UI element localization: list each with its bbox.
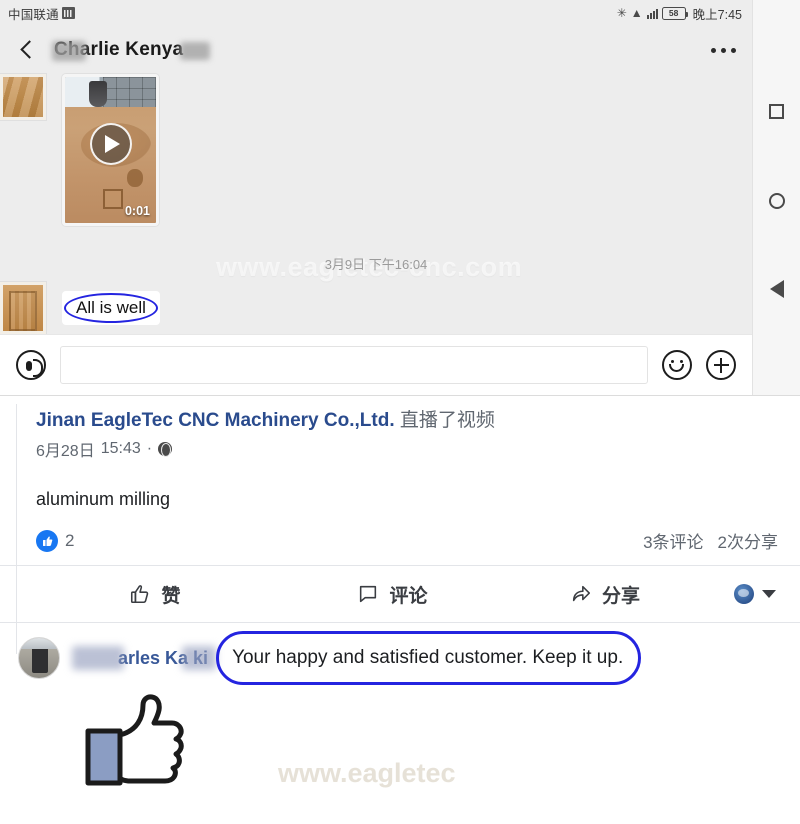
emoji-smiley-icon[interactable] [662, 350, 692, 380]
post-date: 6月28日 [36, 443, 95, 461]
comment-button-label: 评论 [389, 585, 428, 607]
signal-strength-icon [61, 7, 75, 19]
commenter-avatar-icon[interactable] [18, 637, 60, 680]
add-attachment-icon[interactable] [706, 350, 736, 380]
recents-square-icon[interactable] [766, 100, 788, 122]
comment-row: arles Ka ki Your happy and satisfied cus… [0, 623, 800, 686]
back-chevron-icon[interactable] [16, 39, 38, 61]
redaction-overlay [72, 645, 124, 670]
meta-separator: · [146, 440, 153, 458]
share-button[interactable]: 分享 [505, 581, 705, 608]
cnc-spindle-shape [89, 81, 107, 107]
back-triangle-icon[interactable] [766, 278, 788, 300]
reaction-count: 2 [65, 530, 75, 550]
thumbs-up-filled-icon [36, 529, 58, 552]
post-action-label: 直播了视频 [399, 410, 495, 431]
post-reaction-counts: 2 3条评论 2次分享 [0, 510, 800, 565]
wood-knot-shape [127, 169, 143, 187]
message-row-text: All is well [0, 282, 160, 334]
battery-indicator: 58 [661, 6, 688, 20]
comment-text: Your happy and satisfied customer. Keep … [232, 647, 624, 669]
carved-square-shape [103, 189, 123, 209]
comment-text-wrap: Your happy and satisfied customer. Keep … [216, 631, 642, 686]
post-meta: 6月28日 15:43 · [36, 437, 778, 461]
facebook-post-screenshot: Jinan EagleTec CNC Machinery Co.,Ltd. 直播… [0, 395, 800, 824]
redaction-overlay [180, 42, 210, 60]
counts-right: 3条评论 2次分享 [643, 528, 778, 553]
message-input[interactable] [60, 346, 648, 384]
post-left-rule [16, 404, 17, 654]
post-time: 15:43 [100, 440, 141, 458]
screenshot-root: 中国联通 ✳ ▲ 58 晚上7:45 Charlie Kenya www.eag… [0, 0, 800, 824]
thumbs-up-sticker-icon [84, 694, 192, 795]
post-author-name[interactable]: Jinan EagleTec CNC Machinery Co.,Ltd. [36, 410, 395, 431]
comment-button[interactable]: 评论 [280, 581, 505, 608]
clock-label: 晚上7:45 [692, 7, 742, 22]
share-count[interactable]: 2次分享 [718, 528, 778, 553]
video-message-thumbnail[interactable]: 0:01 [62, 74, 159, 226]
message-timestamp: 3月9日 下午16:04 [324, 257, 428, 272]
profile-avatar-icon [734, 584, 754, 605]
like-button[interactable]: 赞 [30, 581, 280, 608]
share-arrow-icon [570, 583, 592, 605]
redaction-overlay [52, 41, 86, 61]
status-bar-right: ✳ ▲ 58 晚上7:45 [617, 4, 742, 23]
post-action-bar: 赞 评论 分享 [0, 566, 800, 622]
post-body-text: aluminum milling [36, 489, 171, 510]
overflow-menu-icon[interactable] [711, 47, 736, 53]
post-header: Jinan EagleTec CNC Machinery Co.,Ltd. 直播… [0, 396, 800, 510]
status-bar: 中国联通 ✳ ▲ 58 晚上7:45 [0, 0, 752, 26]
share-button-label: 分享 [601, 585, 640, 607]
globe-public-icon [158, 442, 173, 458]
status-bar-left: 中国联通 [8, 4, 75, 23]
thumbs-up-outline-icon [129, 583, 151, 605]
comment-bubble-icon [357, 583, 379, 605]
caret-down-icon [762, 590, 776, 599]
home-circle-icon[interactable] [766, 190, 788, 212]
messenger-chat-screenshot: 中国联通 ✳ ▲ 58 晚上7:45 Charlie Kenya www.eag… [0, 0, 800, 395]
bluetooth-icon: ✳ [616, 6, 627, 20]
video-duration-label: 0:01 [124, 204, 150, 218]
message-text: All is well [76, 298, 146, 317]
comment-sticker-wrap [0, 681, 800, 796]
voice-record-icon[interactable] [16, 350, 46, 380]
video-frame-grid [103, 77, 156, 107]
redaction-overlay [182, 645, 216, 670]
android-nav-rail [752, 0, 800, 395]
comment-count[interactable]: 3条评论 [643, 528, 703, 553]
chat-header: Charlie Kenya [0, 26, 752, 74]
chat-message-list[interactable]: www.eagletec-cnc.com 0:01 3月9日 下午16:04 A… [0, 74, 752, 334]
like-button-label: 赞 [161, 585, 181, 607]
wifi-icon: ▲ [630, 6, 643, 20]
carrier-label: 中国联通 [8, 7, 59, 22]
cellular-signal-icon [646, 8, 658, 19]
chat-viewport: 中国联通 ✳ ▲ 58 晚上7:45 Charlie Kenya www.eag… [0, 0, 752, 395]
post-author-line: Jinan EagleTec CNC Machinery Co.,Ltd. 直播… [36, 408, 778, 433]
avatar [0, 74, 46, 120]
message-row-video: 0:01 [0, 74, 159, 226]
message-bubble[interactable]: All is well [62, 291, 160, 325]
chat-title-wrap: Charlie Kenya [52, 39, 210, 61]
chat-input-bar [0, 334, 752, 395]
play-icon[interactable] [89, 123, 132, 166]
comment-author-name[interactable]: arles Ka ki [72, 645, 216, 670]
avatar [0, 282, 46, 334]
profile-selector[interactable] [734, 584, 782, 605]
